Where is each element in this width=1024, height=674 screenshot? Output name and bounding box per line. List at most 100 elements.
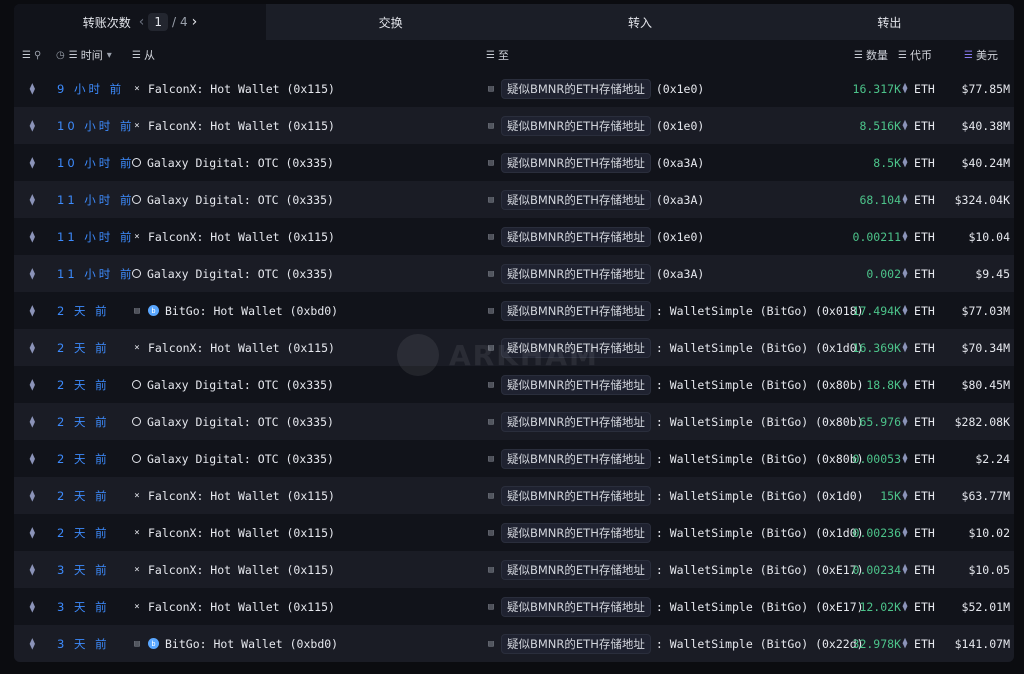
from-entity[interactable]: Galaxy Digital: OTC (0x335) (132, 181, 334, 218)
tab-inflow[interactable]: 转入 (515, 4, 764, 40)
token-cell[interactable]: ⧫ ETH (902, 181, 935, 218)
to-entity[interactable]: ▤ 疑似BMNR的ETH存储地址 (0xa3A) (486, 255, 704, 292)
table-row[interactable]: ⧫ 11 小时 前 × FalconX: Hot Wallet (0x115) ▤ 疑似B… (14, 218, 1014, 255)
from-entity[interactable]: × FalconX: Hot Wallet (0x115) (132, 218, 335, 255)
time-link[interactable]: 3 天 前 (57, 588, 110, 625)
time-link[interactable]: 3 天 前 (57, 625, 110, 662)
to-entity[interactable]: ▤ 疑似BMNR的ETH存储地址 (0xa3A) (486, 144, 704, 181)
table-row[interactable]: ⧫ 2 天 前 × FalconX: Hot Wallet (0x115) ▤ 疑似BMN… (14, 514, 1014, 551)
time-header[interactable]: ◷ ☰ 时间 ▾ (56, 40, 112, 70)
table-row[interactable]: ⧫ 2 天 前 Galaxy Digital: OTC (0x335) ▤ 疑似BMNR… (14, 366, 1014, 403)
from-entity[interactable]: × FalconX: Hot Wallet (0x115) (132, 107, 335, 144)
sort-down-icon[interactable]: ▾ (107, 50, 112, 61)
token-cell[interactable]: ⧫ ETH (902, 403, 935, 440)
tab-outflow[interactable]: 转出 (765, 4, 1014, 40)
from-entity[interactable]: × FalconX: Hot Wallet (0x115) (132, 329, 335, 366)
from-entity[interactable]: Galaxy Digital: OTC (0x335) (132, 144, 334, 181)
from-entity[interactable]: ▤ b BitGo: Hot Wallet (0xbd0) (132, 625, 338, 662)
table-row[interactable]: ⧫ 11 小时 前 Galaxy Digital: OTC (0x335) ▤ 疑似BM… (14, 255, 1014, 292)
table-row[interactable]: ⧫ 2 天 前 ▤ b BitGo: Hot Wallet (0xbd0) ▤ 疑似BMNR… (14, 292, 1014, 329)
table-row[interactable]: ⧫ 10 小时 前 × FalconX: Hot Wallet (0x115) ▤ 疑似B… (14, 107, 1014, 144)
time-link[interactable]: 11 小时 前 (57, 255, 134, 292)
time-link[interactable]: 9 小时 前 (57, 70, 124, 107)
tab-swaps[interactable]: 交换 (266, 4, 515, 40)
token-cell[interactable]: ⧫ ETH (902, 551, 935, 588)
to-entity[interactable]: ▤ 疑似BMNR的ETH存储地址: WalletSimple (BitGo) (0… (486, 292, 864, 329)
table-row[interactable]: ⧫ 3 天 前 × FalconX: Hot Wallet (0x115) ▤ 疑似BMN… (14, 551, 1014, 588)
table-row[interactable]: ⧫ 2 天 前 Galaxy Digital: OTC (0x335) ▤ 疑似BMNR… (14, 403, 1014, 440)
to-entity[interactable]: ▤ 疑似BMNR的ETH存储地址: WalletSimple (BitGo) (0… (486, 551, 864, 588)
from-entity[interactable]: × FalconX: Hot Wallet (0x115) (132, 551, 335, 588)
from-entity[interactable]: × FalconX: Hot Wallet (0x115) (132, 514, 335, 551)
to-entity[interactable]: ▤ 疑似BMNR的ETH存储地址: WalletSimple (BitGo) (0… (486, 440, 864, 477)
time-link[interactable]: 10 小时 前 (57, 107, 134, 144)
to-entity[interactable]: ▤ 疑似BMNR的ETH存储地址 (0x1e0) (486, 107, 704, 144)
chevron-left-icon[interactable]: ‹ (139, 14, 145, 30)
token-cell[interactable]: ⧫ ETH (902, 255, 935, 292)
to-entity[interactable]: ▤ 疑似BMNR的ETH存储地址: WalletSimple (BitGo) (0… (486, 514, 864, 551)
usd-header[interactable]: ☰ 美元 (964, 40, 998, 70)
token-cell[interactable]: ⧫ ETH (902, 514, 935, 551)
from-entity[interactable]: × FalconX: Hot Wallet (0x115) (132, 588, 335, 625)
from-entity[interactable]: Galaxy Digital: OTC (0x335) (132, 440, 334, 477)
time-link[interactable]: 2 天 前 (57, 403, 110, 440)
token-cell[interactable]: ⧫ ETH (902, 107, 935, 144)
from-header[interactable]: ☰ 从 (132, 40, 155, 70)
token-cell[interactable]: ⧫ ETH (902, 625, 935, 662)
token-cell[interactable]: ⧫ ETH (902, 292, 935, 329)
table-row[interactable]: ⧫ 2 天 前 × FalconX: Hot Wallet (0x115) ▤ 疑似BMN… (14, 477, 1014, 514)
token-cell[interactable]: ⧫ ETH (902, 366, 935, 403)
token-header[interactable]: ☰ 代币 (898, 40, 932, 70)
from-entity[interactable]: × FalconX: Hot Wallet (0x115) (132, 477, 335, 514)
to-entity[interactable]: ▤ 疑似BMNR的ETH存储地址: WalletSimple (BitGo) (0… (486, 329, 864, 366)
time-link[interactable]: 2 天 前 (57, 292, 110, 329)
filter-icon[interactable]: ☰ (22, 50, 31, 61)
token-cell[interactable]: ⧫ ETH (902, 70, 935, 107)
to-entity[interactable]: ▤ 疑似BMNR的ETH存储地址: WalletSimple (BitGo) (0… (486, 403, 864, 440)
from-entity[interactable]: Galaxy Digital: OTC (0x335) (132, 403, 334, 440)
filter-icon[interactable]: ☰ (964, 50, 973, 61)
filter-icon[interactable]: ☰ (69, 50, 78, 61)
time-link[interactable]: 11 小时 前 (57, 181, 134, 218)
tab-transfers[interactable]: 转账次数 ‹ 1 / 4 › (14, 4, 266, 40)
from-entity[interactable]: ▤ b BitGo: Hot Wallet (0xbd0) (132, 292, 338, 329)
to-entity[interactable]: ▤ 疑似BMNR的ETH存储地址: WalletSimple (BitGo) (0… (486, 366, 864, 403)
table-row[interactable]: ⧫ 2 天 前 × FalconX: Hot Wallet (0x115) ▤ 疑似BMN… (14, 329, 1014, 366)
table-row[interactable]: ⧫ 10 小时 前 Galaxy Digital: OTC (0x335) ▤ 疑似BM… (14, 144, 1014, 181)
to-entity[interactable]: ▤ 疑似BMNR的ETH存储地址 (0x1e0) (486, 70, 704, 107)
token-cell[interactable]: ⧫ ETH (902, 440, 935, 477)
table-row[interactable]: ⧫ 3 天 前 × FalconX: Hot Wallet (0x115) ▤ 疑似BMN… (14, 588, 1014, 625)
table-row[interactable]: ⧫ 11 小时 前 Galaxy Digital: OTC (0x335) ▤ 疑似BM… (14, 181, 1014, 218)
chain-filter[interactable]: ☰ ⚲ (22, 40, 41, 70)
time-link[interactable]: 11 小时 前 (57, 218, 134, 255)
filter-icon[interactable]: ☰ (132, 50, 141, 61)
from-entity[interactable]: × FalconX: Hot Wallet (0x115) (132, 70, 335, 107)
time-link[interactable]: 10 小时 前 (57, 144, 134, 181)
time-link[interactable]: 2 天 前 (57, 366, 110, 403)
from-entity[interactable]: Galaxy Digital: OTC (0x335) (132, 255, 334, 292)
time-link[interactable]: 2 天 前 (57, 329, 110, 366)
amount-header[interactable]: ☰ 数量 (854, 40, 888, 70)
to-header[interactable]: ☰ 至 (486, 40, 509, 70)
filter-icon[interactable]: ☰ (898, 50, 907, 61)
time-link[interactable]: 2 天 前 (57, 477, 110, 514)
to-entity[interactable]: ▤ 疑似BMNR的ETH存储地址 (0xa3A) (486, 181, 704, 218)
time-link[interactable]: 2 天 前 (57, 440, 110, 477)
time-link[interactable]: 2 天 前 (57, 514, 110, 551)
token-cell[interactable]: ⧫ ETH (902, 477, 935, 514)
to-entity[interactable]: ▤ 疑似BMNR的ETH存储地址: WalletSimple (BitGo) (0… (486, 625, 864, 662)
table-row[interactable]: ⧫ 9 小时 前 × FalconX: Hot Wallet (0x115) ▤ 疑似BM… (14, 70, 1014, 107)
from-entity[interactable]: Galaxy Digital: OTC (0x335) (132, 366, 334, 403)
table-row[interactable]: ⧫ 3 天 前 ▤ b BitGo: Hot Wallet (0xbd0) ▤ 疑似BMNR… (14, 625, 1014, 662)
chevron-right-icon[interactable]: › (192, 14, 198, 30)
to-entity[interactable]: ▤ 疑似BMNR的ETH存储地址 (0x1e0) (486, 218, 704, 255)
filter-icon[interactable]: ☰ (854, 50, 863, 61)
to-entity[interactable]: ▤ 疑似BMNR的ETH存储地址: WalletSimple (BitGo) (0… (486, 477, 864, 514)
time-link[interactable]: 3 天 前 (57, 551, 110, 588)
token-cell[interactable]: ⧫ ETH (902, 218, 935, 255)
to-entity[interactable]: ▤ 疑似BMNR的ETH存储地址: WalletSimple (BitGo) (0… (486, 588, 864, 625)
token-cell[interactable]: ⧫ ETH (902, 144, 935, 181)
filter-icon[interactable]: ☰ (486, 50, 495, 61)
token-cell[interactable]: ⧫ ETH (902, 588, 935, 625)
token-cell[interactable]: ⧫ ETH (902, 329, 935, 366)
